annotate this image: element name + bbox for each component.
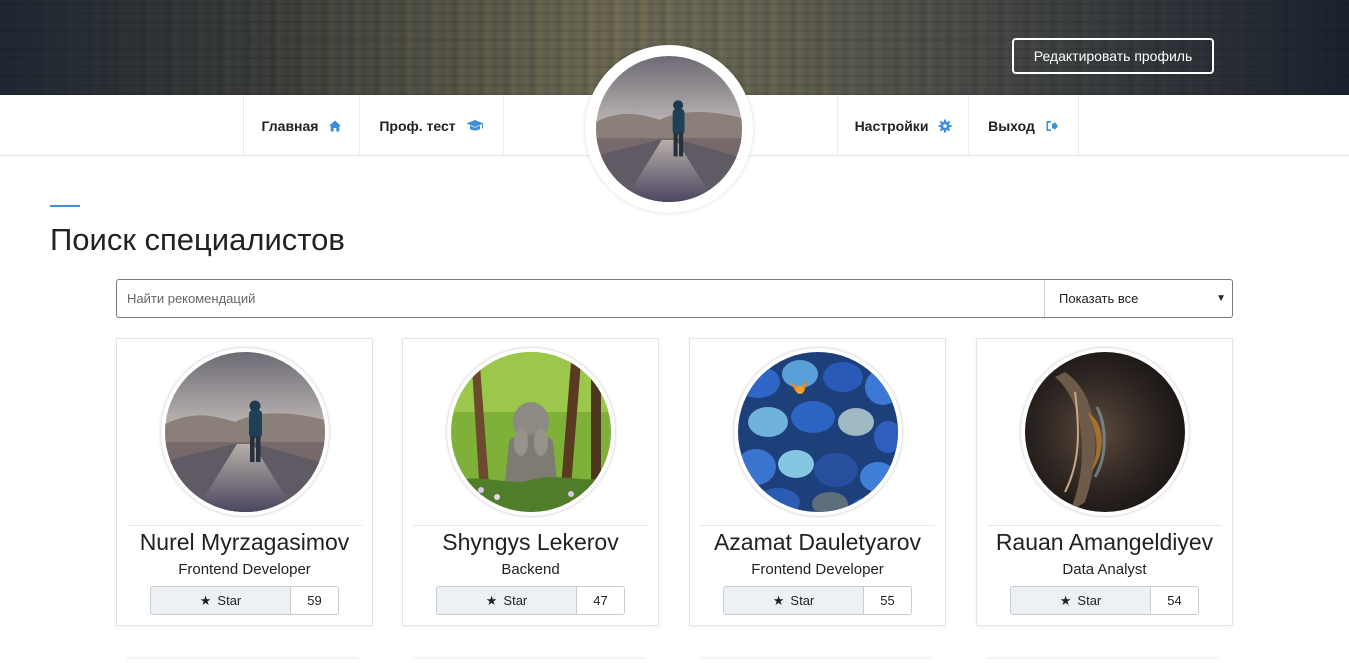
specialist-card[interactable]: Rauan Amangeldiyev Data Analyst ★ Star 5…	[976, 338, 1233, 626]
profile-avatar[interactable]	[585, 45, 753, 213]
road-walker-photo	[596, 56, 742, 202]
star-count[interactable]: 47	[577, 586, 625, 615]
specialist-name[interactable]: Nurel Myrzagasimov	[117, 529, 372, 556]
avatar	[1021, 348, 1189, 516]
star-button[interactable]: ★ Star	[436, 586, 577, 615]
next-card-edge	[988, 658, 1218, 663]
star-button[interactable]: ★ Star	[1010, 586, 1151, 615]
gear-icon	[938, 119, 952, 133]
specialist-role: Backend	[501, 561, 560, 578]
sign-out-icon	[1045, 119, 1059, 133]
specialist-role: Data Analyst	[1062, 561, 1147, 578]
specialist-card[interactable]: Azamat Dauletyarov Frontend Developer ★ …	[689, 338, 946, 626]
next-card-edge	[701, 658, 931, 663]
next-card-edge	[128, 658, 358, 663]
nav-item-label: Главная	[261, 117, 319, 134]
search-bar: Показать все ▼	[116, 279, 1233, 318]
star-count[interactable]: 55	[864, 586, 912, 615]
star-count[interactable]: 54	[1151, 586, 1199, 615]
star-button[interactable]: ★ Star	[723, 586, 864, 615]
nav-item-prof-test[interactable]: Проф. тест	[359, 95, 504, 156]
star-button-label: Star	[503, 593, 528, 608]
specialist-role: Frontend Developer	[751, 561, 884, 578]
specialist-role: Frontend Developer	[178, 561, 311, 578]
nav-item-label: Настройки	[854, 117, 929, 134]
filter-select[interactable]: Показать все ▼	[1044, 280, 1232, 317]
card-divider	[987, 525, 1222, 526]
star-button-group: ★ Star 59	[150, 586, 339, 615]
stone-statue-photo	[451, 352, 611, 512]
star-icon: ★	[199, 592, 212, 608]
caret-down-icon: ▼	[1216, 293, 1226, 304]
specialist-name[interactable]: Shyngys Lekerov	[403, 529, 658, 556]
avatar	[161, 348, 329, 516]
specialist-name[interactable]: Rauan Amangeldiyev	[977, 529, 1232, 556]
card-divider	[413, 525, 648, 526]
title-accent-line	[50, 205, 80, 207]
specialist-card[interactable]: Shyngys Lekerov Backend ★ Star 47	[402, 338, 659, 626]
star-button-label: Star	[217, 593, 242, 608]
card-divider	[127, 525, 362, 526]
star-button-group: ★ Star 47	[436, 586, 625, 615]
star-icon: ★	[485, 592, 498, 608]
eye-closeup-photo	[1025, 352, 1185, 512]
star-icon: ★	[772, 592, 785, 608]
road-walker-photo	[165, 352, 325, 512]
next-card-edge	[414, 658, 644, 663]
star-button-label: Star	[1077, 593, 1102, 608]
nav-item-logout[interactable]: Выход	[968, 95, 1079, 156]
star-button-label: Star	[790, 593, 815, 608]
star-icon: ★	[1059, 592, 1072, 608]
avatar	[447, 348, 615, 516]
nav-item-label: Проф. тест	[379, 117, 456, 134]
page-title: Поиск специалистов	[50, 222, 345, 257]
nav-item-label: Выход	[988, 117, 1035, 134]
filter-select-value: Показать все	[1059, 291, 1139, 306]
nav-item-home[interactable]: Главная	[243, 95, 360, 156]
blue-pebbles-butterfly-photo	[738, 352, 898, 512]
avatar	[734, 348, 902, 516]
star-button-group: ★ Star 55	[723, 586, 912, 615]
search-input[interactable]	[117, 280, 1044, 317]
specialist-name[interactable]: Azamat Dauletyarov	[690, 529, 945, 556]
star-count[interactable]: 59	[291, 586, 339, 615]
star-button[interactable]: ★ Star	[150, 586, 291, 615]
nav-item-settings[interactable]: Настройки	[837, 95, 969, 156]
card-divider	[700, 525, 935, 526]
home-icon	[328, 119, 342, 133]
graduation-cap-icon	[466, 119, 484, 133]
star-button-group: ★ Star 54	[1010, 586, 1199, 615]
edit-profile-button[interactable]: Редактировать профиль	[1012, 38, 1214, 74]
specialist-card[interactable]: Nurel Myrzagasimov Frontend Developer ★ …	[116, 338, 373, 626]
